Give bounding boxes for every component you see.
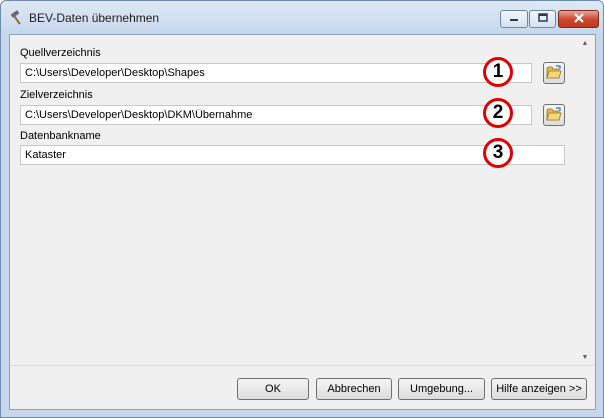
parameter-panel: Quellverzeichnis 1 Zielverzeichnis 2: [10, 35, 595, 365]
open-folder-icon: [546, 106, 562, 124]
scroll-down-icon[interactable]: ▼: [581, 353, 589, 361]
database-label: Datenbankname: [20, 130, 101, 142]
ok-button[interactable]: OK: [237, 378, 309, 400]
dialog-window: BEV-Daten übernehmen Quellverzeichnis 1: [0, 0, 604, 418]
vertical-scrollbar[interactable]: ▲ ▼: [577, 35, 593, 365]
minimize-button[interactable]: [500, 10, 528, 28]
title-bar[interactable]: BEV-Daten übernehmen: [1, 1, 603, 34]
open-folder-icon: [546, 64, 562, 82]
dialog-client: Quellverzeichnis 1 Zielverzeichnis 2: [9, 34, 596, 410]
close-button[interactable]: [558, 10, 599, 28]
close-icon: [573, 12, 585, 27]
callout-1: 1: [483, 57, 513, 87]
target-browse-button[interactable]: [543, 104, 565, 126]
callout-3: 3: [483, 138, 513, 168]
maximize-icon: [537, 12, 548, 26]
target-label: Zielverzeichnis: [20, 89, 93, 101]
cancel-button[interactable]: Abbrechen: [316, 378, 392, 400]
window-title: BEV-Daten übernehmen: [29, 11, 160, 25]
target-directory-input[interactable]: [20, 105, 532, 125]
minimize-icon: [509, 13, 519, 26]
callout-2: 2: [483, 98, 513, 128]
scroll-up-icon[interactable]: ▲: [581, 39, 589, 47]
maximize-button[interactable]: [529, 10, 556, 28]
environment-button[interactable]: Umgebung...: [398, 378, 485, 400]
show-help-button[interactable]: Hilfe anzeigen >>: [491, 378, 587, 400]
source-directory-input[interactable]: [20, 63, 532, 83]
button-separator: [10, 365, 595, 366]
source-browse-button[interactable]: [543, 62, 565, 84]
source-label: Quellverzeichnis: [20, 47, 101, 59]
hammer-icon: [9, 9, 25, 25]
